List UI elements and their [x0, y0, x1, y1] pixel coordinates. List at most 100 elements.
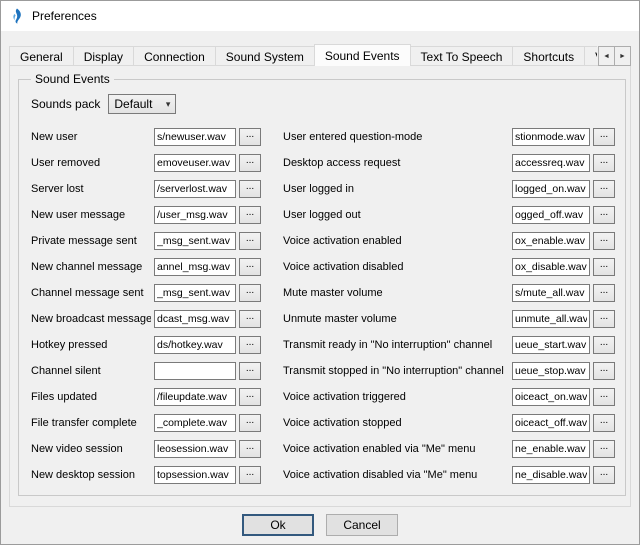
- sound-file-input[interactable]: [512, 206, 590, 224]
- tab[interactable]: Video: [584, 46, 597, 66]
- sound-event-label: Hotkey pressed: [31, 339, 151, 351]
- sound-file-input[interactable]: [512, 336, 590, 354]
- sound-file-input[interactable]: [154, 232, 236, 250]
- tab-label: Sound System: [226, 50, 304, 64]
- sound-file-input[interactable]: [154, 414, 236, 432]
- browse-button[interactable]: ...: [239, 310, 261, 328]
- sound-file-input[interactable]: [154, 336, 236, 354]
- sound-file-input[interactable]: [154, 388, 236, 406]
- sound-event-label: Voice activation enabled via "Me" menu: [283, 443, 509, 455]
- sound-file-input[interactable]: [154, 362, 236, 380]
- sound-event-label: New channel message: [31, 261, 151, 273]
- sound-file-input[interactable]: [512, 440, 590, 458]
- sound-file-input[interactable]: [512, 154, 590, 172]
- sound-events-group: Sound Events Sounds pack Default ▾ New u…: [18, 72, 626, 496]
- browse-button[interactable]: ...: [239, 128, 261, 146]
- tab-scroll-left-button[interactable]: ◄: [598, 46, 615, 66]
- browse-button[interactable]: ...: [593, 232, 615, 250]
- browse-button[interactable]: ...: [593, 336, 615, 354]
- browse-button[interactable]: ...: [593, 388, 615, 406]
- browse-button[interactable]: ...: [593, 180, 615, 198]
- sound-event-label: User logged out: [283, 209, 509, 221]
- sound-file-input[interactable]: [512, 310, 590, 328]
- browse-button[interactable]: ...: [239, 154, 261, 172]
- browse-button[interactable]: ...: [593, 440, 615, 458]
- sound-event-label: Channel silent: [31, 365, 151, 377]
- sound-file-input[interactable]: [154, 154, 236, 172]
- sound-file-input[interactable]: [512, 362, 590, 380]
- sound-file-input[interactable]: [512, 180, 590, 198]
- sound-event-columns: New user ... User removed ... Server los…: [31, 128, 615, 484]
- sound-file-input[interactable]: [154, 206, 236, 224]
- sound-file-input[interactable]: [512, 232, 590, 250]
- sound-event-label: Server lost: [31, 183, 151, 195]
- sound-file-input[interactable]: [512, 128, 590, 146]
- tab[interactable]: Connection: [133, 46, 216, 66]
- sound-event-label: User entered question-mode: [283, 131, 509, 143]
- sound-event-column-left: New user ... User removed ... Server los…: [31, 128, 261, 484]
- browse-button[interactable]: ...: [239, 284, 261, 302]
- tab-label: Sound Events: [325, 49, 400, 63]
- browse-button[interactable]: ...: [239, 258, 261, 276]
- tab[interactable]: Text To Speech: [410, 46, 514, 66]
- sound-file-input[interactable]: [512, 388, 590, 406]
- browse-button[interactable]: ...: [593, 310, 615, 328]
- browse-button[interactable]: ...: [239, 232, 261, 250]
- sound-file-input[interactable]: [154, 310, 236, 328]
- sound-event-label: Voice activation triggered: [283, 391, 509, 403]
- sound-event-label: Voice activation enabled: [283, 235, 509, 247]
- browse-button[interactable]: ...: [593, 128, 615, 146]
- sound-event-label: New broadcast message: [31, 313, 151, 325]
- browse-button[interactable]: ...: [239, 336, 261, 354]
- cancel-button[interactable]: Cancel: [326, 514, 398, 536]
- tab-strip: General Display Connection Sound System …: [9, 44, 631, 66]
- tab[interactable]: Display: [73, 46, 134, 66]
- sound-file-input[interactable]: [154, 128, 236, 146]
- browse-button[interactable]: ...: [593, 154, 615, 172]
- tab[interactable]: Sound System: [215, 46, 315, 66]
- browse-button[interactable]: ...: [593, 414, 615, 432]
- tab-page-sound-events: Sound Events Sounds pack Default ▾ New u…: [9, 65, 631, 507]
- sounds-pack-row: Sounds pack Default ▾: [31, 94, 615, 114]
- browse-button[interactable]: ...: [593, 258, 615, 276]
- sound-file-input[interactable]: [154, 180, 236, 198]
- sound-file-input[interactable]: [512, 466, 590, 484]
- tab[interactable]: Shortcuts: [512, 46, 585, 66]
- browse-button[interactable]: ...: [239, 466, 261, 484]
- browse-button[interactable]: ...: [239, 388, 261, 406]
- browse-button[interactable]: ...: [593, 362, 615, 380]
- sound-file-input[interactable]: [512, 284, 590, 302]
- browse-button[interactable]: ...: [593, 284, 615, 302]
- sound-event-column-right: User entered question-mode ... Desktop a…: [283, 128, 615, 484]
- sound-event-label: New user message: [31, 209, 151, 221]
- tab-label: Display: [84, 50, 123, 64]
- browse-button[interactable]: ...: [239, 440, 261, 458]
- sound-file-input[interactable]: [154, 284, 236, 302]
- tab[interactable]: Sound Events: [314, 44, 411, 66]
- tab-scroll-right-button[interactable]: ►: [614, 46, 631, 66]
- sound-event-label: Files updated: [31, 391, 151, 403]
- sound-event-label: Desktop access request: [283, 157, 509, 169]
- ok-button[interactable]: Ok: [242, 514, 314, 536]
- sound-file-input[interactable]: [512, 414, 590, 432]
- sound-file-input[interactable]: [154, 466, 236, 484]
- sound-event-label: File transfer complete: [31, 417, 151, 429]
- sound-file-input[interactable]: [154, 440, 236, 458]
- browse-button[interactable]: ...: [239, 180, 261, 198]
- tab-label: Shortcuts: [523, 50, 574, 64]
- sound-event-label: User logged in: [283, 183, 509, 195]
- sound-event-label: Voice activation disabled: [283, 261, 509, 273]
- browse-button[interactable]: ...: [239, 414, 261, 432]
- browse-button[interactable]: ...: [239, 206, 261, 224]
- tab-label: Video: [595, 50, 597, 64]
- sound-file-input[interactable]: [512, 258, 590, 276]
- browse-button[interactable]: ...: [239, 362, 261, 380]
- titlebar: Preferences: [1, 1, 639, 31]
- browse-button[interactable]: ...: [593, 206, 615, 224]
- sound-event-label: Channel message sent: [31, 287, 151, 299]
- sounds-pack-label: Sounds pack: [31, 97, 100, 111]
- sound-file-input[interactable]: [154, 258, 236, 276]
- browse-button[interactable]: ...: [593, 466, 615, 484]
- sounds-pack-select[interactable]: Default ▾: [108, 94, 176, 114]
- tab[interactable]: General: [9, 46, 74, 66]
